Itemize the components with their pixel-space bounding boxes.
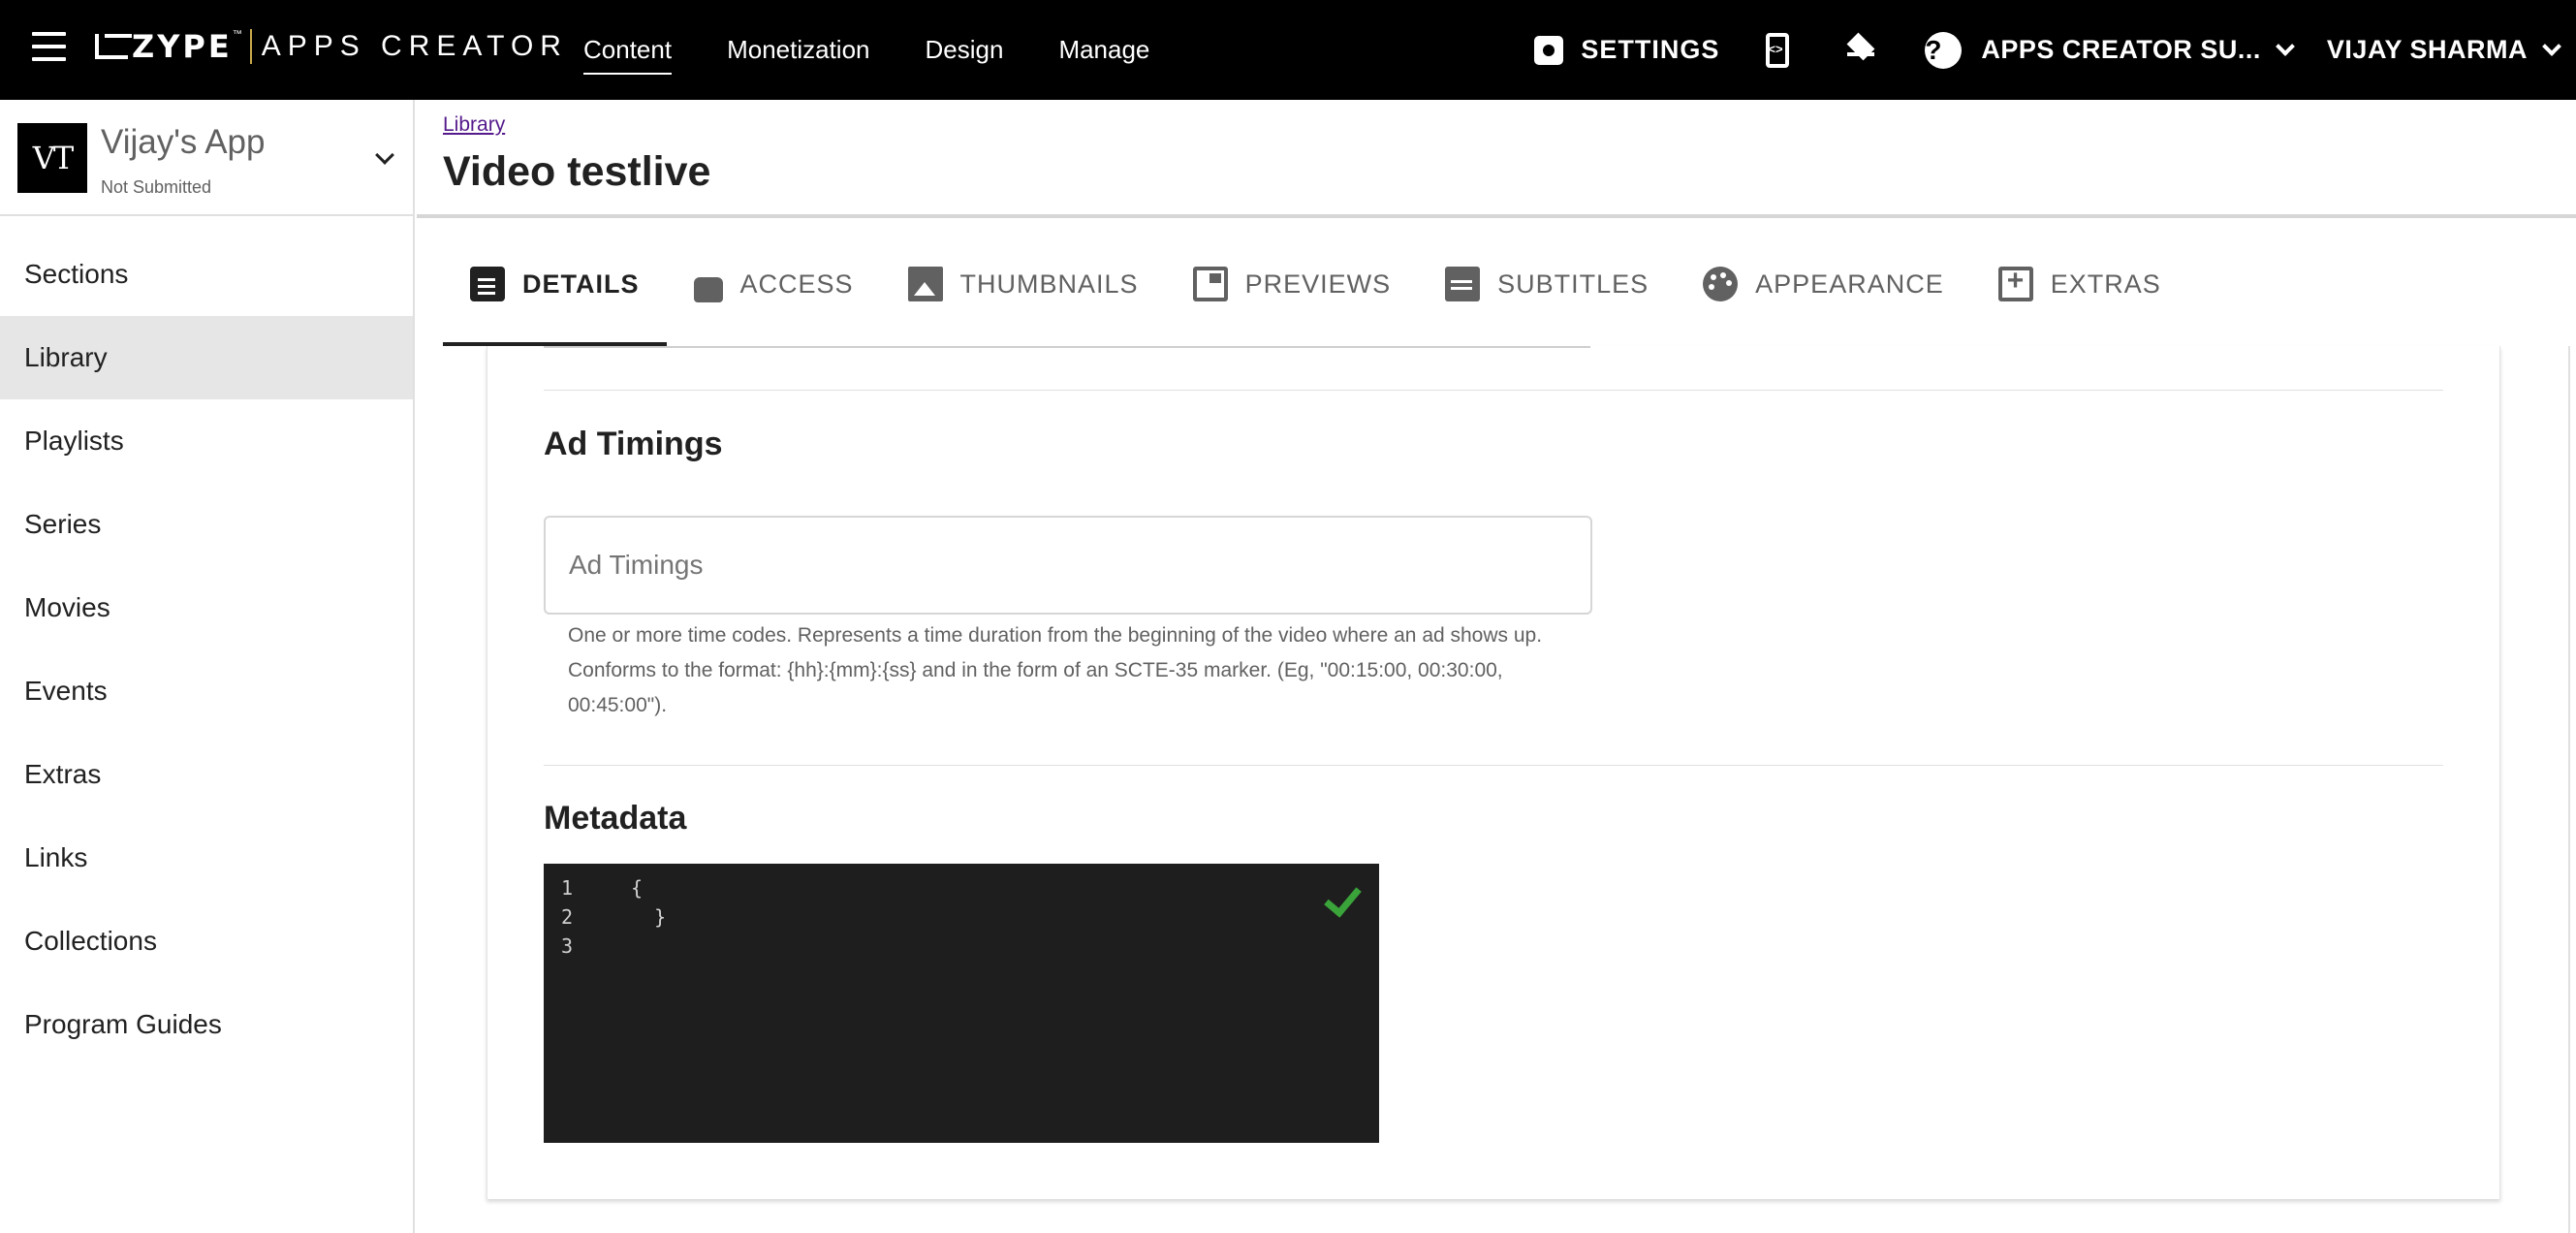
tab-previews[interactable]: PREVIEWS [1166,222,1419,346]
logo-trademark: ™ [232,29,242,40]
section-divider [544,390,2443,391]
code-text: } [631,905,667,929]
account-label: APPS CREATOR SU... [1981,35,2261,64]
chevron-down-icon [2276,36,2295,56]
chevron-down-icon [375,145,394,165]
main-nav: Content Monetization Design Manage [583,0,1205,100]
tab-label: PREVIEWS [1244,269,1392,299]
sidebar: VT Vijay's App Not Submitted Sections Li… [0,100,415,1233]
tab-label: SUBTITLES [1497,269,1649,299]
tab-extras[interactable]: EXTRAS [1971,222,2188,346]
menu-icon[interactable] [32,32,66,61]
app-preview-icon[interactable] [1766,32,1790,68]
page-title: Video testlive [443,148,711,195]
zype-apps-creator-logo[interactable]: ZYPE ™ APPS CREATOR [95,27,568,66]
sidebar-item-playlists[interactable]: Playlists [0,399,413,483]
tab-thumbnails[interactable]: THUMBNAILS [881,222,1166,346]
line-number: 1 [561,876,574,900]
nav-monetization[interactable]: Monetization [727,35,869,65]
tab-label: EXTRAS [2050,269,2161,299]
details-form-card: Ad Timings One or more time codes. Repre… [487,346,2500,1199]
palette-icon [1703,267,1739,301]
top-right-actions: SETTINGS ? APPS CREATOR SU... VIJAY SHAR… [1534,0,2576,100]
sidebar-item-collections[interactable]: Collections [0,900,413,983]
sidebar-item-links[interactable]: Links [0,816,413,900]
tab-access[interactable]: ACCESS [667,222,881,346]
scrollbar-track[interactable] [2568,346,2570,1233]
metadata-heading: Metadata [544,800,687,837]
tab-subtitles[interactable]: SUBTITLES [1418,222,1676,346]
app-logo: VT [17,123,87,193]
sidebar-menu: Sections Library Playlists Series Movies… [0,233,413,1066]
sidebar-item-events[interactable]: Events [0,649,413,733]
code-text: { [631,876,644,900]
line-number: 2 [561,905,574,929]
nav-design[interactable]: Design [926,35,1004,65]
valid-check-icon [1325,885,1358,914]
ad-timings-heading: Ad Timings [544,426,723,462]
app-status: Not Submitted [101,177,212,197]
app-selector[interactable]: VT Vijay's App Not Submitted [0,100,413,216]
help-icon[interactable]: ? [1925,31,1963,69]
ad-timings-helper-text: One or more time codes. Represents a tim… [568,624,1543,716]
sidebar-item-program-guides[interactable]: Program Guides [0,983,413,1066]
settings-label: SETTINGS [1581,35,1720,64]
section-divider [544,765,2443,766]
chevron-down-icon [2542,36,2561,56]
tab-appearance[interactable]: APPEARANCE [1676,222,1971,346]
previous-field-edge [544,346,1590,348]
ad-timings-input[interactable] [544,516,1592,615]
nav-manage[interactable]: Manage [1058,35,1149,65]
nav-content[interactable]: Content [583,35,673,75]
account-dropdown[interactable]: APPS CREATOR SU... [1981,35,2295,65]
line-number: 3 [561,934,574,958]
logo-divider [249,29,252,64]
breadcrumb-library[interactable]: Library [443,113,505,137]
preview-icon [1192,267,1228,301]
layers-icon[interactable] [1843,32,1878,68]
logo-product: APPS CREATOR [261,30,568,62]
code-line: 1{ [561,873,643,902]
tab-label: ACCESS [739,269,854,299]
sidebar-item-sections[interactable]: Sections [0,233,413,316]
lock-icon [693,277,723,302]
detail-tabs: DETAILS ACCESS THUMBNAILS PREVIEWS SUBTI… [443,222,2188,346]
gear-icon [1534,35,1564,65]
document-icon [470,267,505,301]
zype-logo-mark [95,34,132,59]
sidebar-item-extras[interactable]: Extras [0,733,413,816]
user-label: VIJAY SHARMA [2326,35,2528,64]
code-line: 2 } [561,902,666,932]
main-content: Library Video testlive DETAILS ACCESS TH… [417,100,2576,1233]
page-header: Library Video testlive [417,100,2576,218]
subtitles-icon [1445,267,1481,301]
settings-button[interactable]: SETTINGS [1534,35,1719,65]
code-line: 3 [561,932,631,961]
tab-label: APPEARANCE [1755,269,1944,299]
sidebar-item-series[interactable]: Series [0,483,413,566]
user-dropdown[interactable]: VIJAY SHARMA [2326,35,2561,65]
image-icon [907,267,943,301]
sidebar-item-movies[interactable]: Movies [0,566,413,649]
metadata-code-editor[interactable]: 1{ 2 } 3 [544,864,1379,1143]
tab-label: THUMBNAILS [959,269,1139,299]
logo-brand: ZYPE [132,28,233,65]
app-name: Vijay's App [101,123,266,161]
top-app-bar: ZYPE ™ APPS CREATOR Content Monetization… [0,0,2576,100]
sidebar-item-library[interactable]: Library [0,316,413,399]
tab-label: DETAILS [522,269,640,299]
tab-details[interactable]: DETAILS [443,222,667,346]
add-box-icon [1997,265,2033,301]
